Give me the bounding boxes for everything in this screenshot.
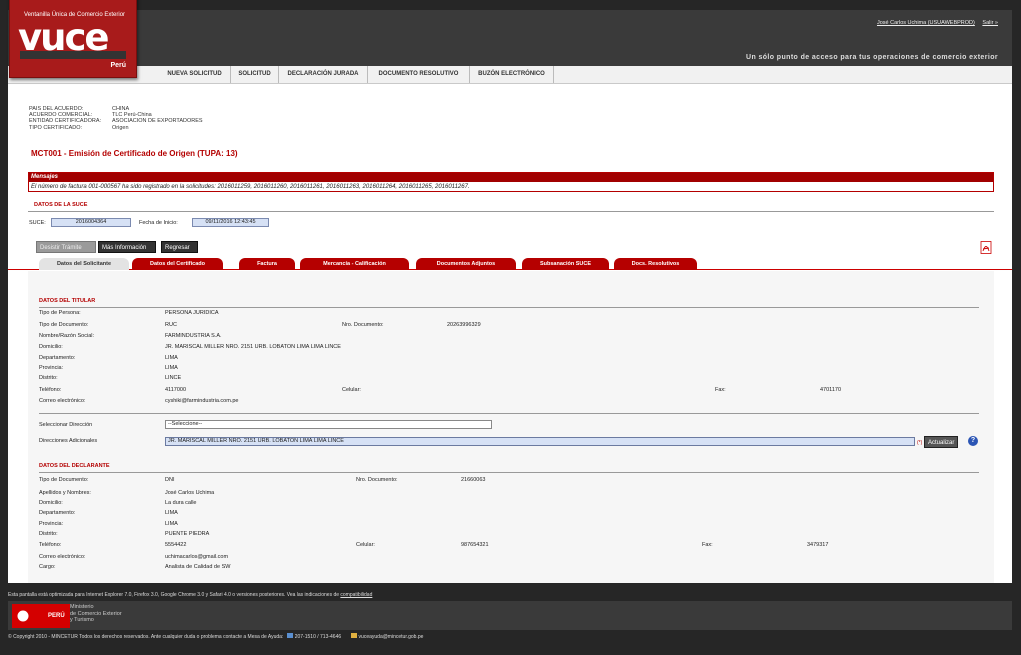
declarante-nombre-value: José Carlos Uchima (165, 490, 215, 496)
nav-solicitud[interactable]: SOLICITUD (231, 66, 279, 83)
main-nav: NUEVA SOLICITUD SOLICITUD DECLARACIÓN JU… (8, 66, 1012, 84)
nombre-value: FARMINDUSTRIA S.A. (165, 333, 222, 339)
suce-label: SUCE: (29, 220, 46, 226)
tab-datos-solicitante[interactable]: Datos del Solicitante (39, 258, 129, 270)
date-label: Fecha de Inicio: (139, 220, 178, 226)
tab-subsanacion[interactable]: Subsanación SUCE (522, 258, 609, 270)
tab-mercancia[interactable]: Mercancía - Calificación (300, 258, 409, 270)
copyright: © Copyright 2010 - MINCETUR Todos los de… (8, 633, 424, 640)
tipo-doc-value: RUC (165, 322, 177, 328)
email-value: cyshiki@farmindustria.com.pe (165, 398, 239, 404)
nav-declaracion-jurada[interactable]: DECLARACIÓN JURADA (279, 66, 368, 83)
domicilio-value: JR. MARISCAL MILLER NRO. 2151 URB. LOBAT… (165, 344, 341, 350)
top-bar: José Carlos Uchima (USUAWEBPROD) Salir »… (8, 10, 1012, 66)
help-email[interactable]: vuceayuda@mincetur.gob.pe (359, 634, 424, 640)
applicant-panel: DATOS DEL TITULAR Tipo de Persona: PERSO… (28, 271, 994, 583)
user-link[interactable]: José Carlos Uchima (USUAWEBPROD) (877, 20, 975, 26)
tab-bar: Datos del Solicitante Datos del Certific… (8, 258, 1012, 270)
suce-value: 2016004364 (51, 218, 131, 227)
compatibility-note: Esta pantalla está optimizada para Inter… (8, 592, 373, 598)
actualizar-button[interactable]: Actualizar (924, 436, 959, 448)
declarante-title: DATOS DEL DECLARANTE (39, 463, 110, 469)
address-select[interactable]: --Seleccione-- (165, 420, 492, 429)
nav-nueva-solicitud[interactable]: NUEVA SOLICITUD (159, 66, 231, 83)
tab-datos-certificado[interactable]: Datos del Certificado (132, 258, 223, 270)
titular-title: DATOS DEL TITULAR (39, 298, 96, 304)
mail-icon (350, 633, 357, 638)
date-value: 09/11/2016 12:43:45 (192, 218, 269, 227)
desistir-button[interactable]: Desistir Trámite (36, 241, 96, 253)
phone-icon (286, 633, 293, 638)
additional-address-field[interactable]: JR. MARISCAL MILLER NRO. 2151 URB. LOBAT… (165, 437, 915, 446)
tab-docs-resolutivos[interactable]: Docs. Resolutivos (614, 258, 697, 270)
slogan: Un sólo punto de acceso para tus operaci… (745, 54, 998, 61)
agreement-info: PAIS DEL ACUERDO: CHINA ACUERDO COMERCIAL… (29, 106, 203, 131)
pdf-icon[interactable] (980, 241, 992, 254)
messages-box: Mensajes El número de factura 001-000567… (28, 172, 994, 192)
regresar-button[interactable]: Regresar (161, 241, 198, 253)
vuce-logo[interactable]: Ventanilla Única de Comercio Exterior vu… (9, 0, 137, 78)
footer-bar: PERÚ Ministerio de Comercio Exterior y T… (8, 601, 1012, 630)
mas-info-button[interactable]: Más Información (98, 241, 156, 253)
messages-header: Mensajes (29, 173, 993, 182)
telefono-value: 4117000 (165, 387, 187, 393)
peru-label: PERÚ (48, 613, 65, 619)
tipo-persona-value: PERSONA JURIDICA (165, 310, 219, 316)
ministry-name: Ministerio de Comercio Exterior y Turism… (70, 604, 122, 623)
compatibility-link[interactable]: compatibilidad (340, 592, 372, 598)
nav-buzon-electronico[interactable]: BUZÓN ELECTRÓNICO (470, 66, 554, 83)
main-frame: José Carlos Uchima (USUAWEBPROD) Salir »… (8, 10, 1012, 583)
tab-documentos-adjuntos[interactable]: Documentos Adjuntos (416, 258, 516, 270)
nro-doc-value: 20263996329 (447, 322, 481, 328)
help-icon[interactable]: ? (968, 436, 978, 446)
tab-factura[interactable]: Factura (239, 258, 295, 270)
suce-section: DATOS DE LA SUCE (28, 202, 994, 212)
suce-section-title: DATOS DE LA SUCE (34, 202, 88, 208)
fax-value: 4701170 (820, 387, 842, 393)
messages-text: El número de factura 001-000567 ha sido … (31, 184, 470, 190)
nav-documento-resolutivo[interactable]: DOCUMENTO RESOLUTIVO (368, 66, 470, 83)
logout-link[interactable]: Salir » (982, 20, 998, 26)
required-mark: (*) (917, 440, 923, 446)
page-title: MCT001 - Emisión de Certificado de Orige… (31, 149, 238, 158)
